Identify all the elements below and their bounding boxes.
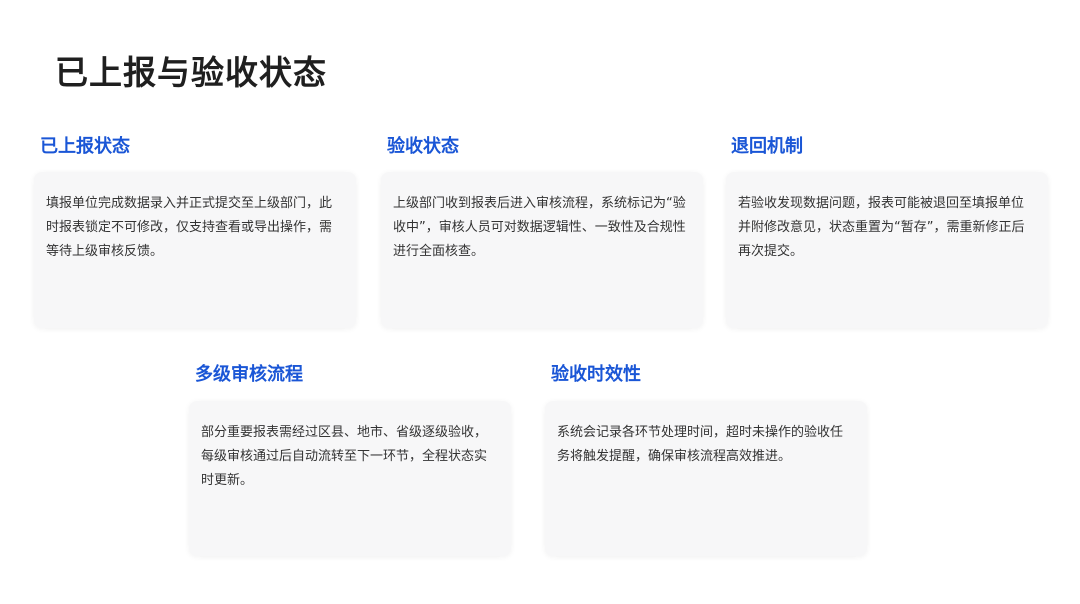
page-title: 已上报与验收状态: [55, 53, 327, 92]
card-text: 若验收发现数据问题，报表可能被退回至填报单位并附修改意见，状态重置为“暂存”，需…: [738, 196, 1025, 259]
card-acceptance-status: 上级部门收到报表后进入审核流程，系统标记为“验收中”，审核人员可对数据逻辑性、一…: [381, 172, 703, 328]
slide: 已上报与验收状态 已上报状态 填报单位完成数据录入并正式提交至上级部门，此时报表…: [0, 0, 1080, 604]
card-acceptance-timeliness: 系统会记录各环节处理时间，超时未操作的验收任务将触发提醒，确保审核流程高效推进。: [545, 401, 867, 556]
card-reported-status: 填报单位完成数据录入并正式提交至上级部门，此时报表锁定不可修改，仅支持查看或导出…: [34, 172, 356, 328]
card-text: 上级部门收到报表后进入审核流程，系统标记为“验收中”，审核人员可对数据逻辑性、一…: [393, 196, 686, 259]
section-heading-acceptance-timeliness: 验收时效性: [551, 364, 641, 385]
card-text: 填报单位完成数据录入并正式提交至上级部门，此时报表锁定不可修改，仅支持查看或导出…: [46, 196, 333, 259]
section-heading-multilevel-review: 多级审核流程: [195, 364, 303, 385]
section-heading-return-mechanism: 退回机制: [731, 136, 803, 157]
section-heading-acceptance-status: 验收状态: [387, 136, 459, 157]
card-text: 系统会记录各环节处理时间，超时未操作的验收任务将触发提醒，确保审核流程高效推进。: [557, 425, 844, 464]
card-return-mechanism: 若验收发现数据问题，报表可能被退回至填报单位并附修改意见，状态重置为“暂存”，需…: [726, 172, 1048, 328]
section-heading-reported-status: 已上报状态: [40, 136, 130, 157]
card-text: 部分重要报表需经过区县、地市、省级逐级验收，每级审核通过后自动流转至下一环节，全…: [201, 425, 488, 488]
card-multilevel-review: 部分重要报表需经过区县、地市、省级逐级验收，每级审核通过后自动流转至下一环节，全…: [189, 401, 511, 556]
